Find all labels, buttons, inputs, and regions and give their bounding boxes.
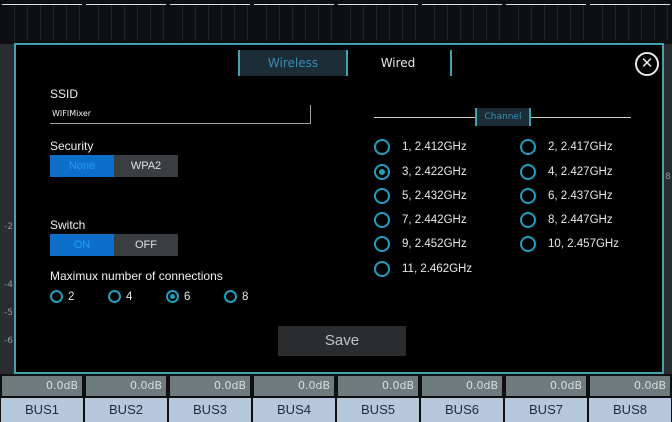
security-toggle: None WPA2 bbox=[50, 155, 178, 177]
connections-option-4[interactable]: 4 bbox=[108, 290, 132, 303]
fader-cell bbox=[86, 4, 166, 41]
radio-icon bbox=[374, 261, 390, 277]
radio-label: 1, 2.412GHz bbox=[402, 141, 467, 153]
bus-tab[interactable]: BUS5 bbox=[337, 398, 419, 422]
bus-tab[interactable]: BUS4 bbox=[253, 398, 335, 422]
switch-label: Switch bbox=[50, 218, 86, 232]
radio-icon bbox=[374, 212, 390, 228]
radio-label: 10, 2.457GHz bbox=[548, 238, 619, 250]
radio-selected-icon bbox=[166, 290, 179, 303]
scale-label: -4 bbox=[4, 280, 13, 290]
channel-option-8[interactable]: 8, 2.447GHz bbox=[520, 212, 613, 228]
radio-label: 6, 2.437GHz bbox=[548, 190, 613, 202]
fader-cell bbox=[506, 4, 586, 41]
radio-icon bbox=[520, 236, 536, 252]
scale-label: 8 bbox=[665, 172, 671, 182]
channel-option-5[interactable]: 5, 2.432GHz bbox=[374, 188, 467, 204]
radio-icon bbox=[374, 236, 390, 252]
scale-label: -2 bbox=[4, 222, 13, 232]
radio-label: 3, 2.422GHz bbox=[402, 166, 467, 178]
security-wpa2-button[interactable]: WPA2 bbox=[114, 155, 178, 177]
fader-cell bbox=[170, 4, 250, 41]
save-button[interactable]: Save bbox=[278, 326, 406, 356]
radio-icon bbox=[520, 188, 536, 204]
connections-option-6[interactable]: 6 bbox=[166, 290, 190, 303]
level-value: 0.0dB bbox=[506, 376, 586, 396]
radio-label: 8, 2.447GHz bbox=[548, 214, 613, 226]
level-value: 0.0dB bbox=[422, 376, 502, 396]
radio-icon bbox=[374, 188, 390, 204]
bus-tab[interactable]: BUS1 bbox=[1, 398, 83, 422]
channel-option-4[interactable]: 4, 2.427GHz bbox=[520, 164, 613, 180]
radio-icon bbox=[50, 290, 63, 303]
bus-tab[interactable]: BUS3 bbox=[169, 398, 251, 422]
radio-label: 4 bbox=[126, 290, 133, 303]
channel-option-10[interactable]: 10, 2.457GHz bbox=[520, 236, 619, 252]
tab-wired[interactable]: Wired bbox=[346, 50, 452, 76]
level-value: 0.0dB bbox=[86, 376, 166, 396]
radio-label: 7, 2.442GHz bbox=[402, 214, 467, 226]
switch-on-button[interactable]: ON bbox=[50, 234, 114, 256]
level-value: 0.0dB bbox=[590, 376, 670, 396]
radio-icon bbox=[224, 290, 237, 303]
switch-off-button[interactable]: OFF bbox=[114, 234, 178, 256]
level-value: 0.0dB bbox=[170, 376, 250, 396]
fader-cell bbox=[422, 4, 502, 41]
switch-toggle: ON OFF bbox=[50, 234, 178, 256]
channel-option-11[interactable]: 11, 2.462GHz bbox=[374, 261, 472, 277]
radio-icon bbox=[520, 139, 536, 155]
security-none-button[interactable]: None bbox=[50, 155, 114, 177]
bus-tab[interactable]: BUS6 bbox=[421, 398, 503, 422]
radio-label: 8 bbox=[242, 290, 249, 303]
bus-tab[interactable]: BUS2 bbox=[85, 398, 167, 422]
channel-option-1[interactable]: 1, 2.412GHz bbox=[374, 139, 467, 155]
radio-icon bbox=[520, 212, 536, 228]
radio-label: 5, 2.432GHz bbox=[402, 190, 467, 202]
fader-cell bbox=[338, 4, 418, 41]
scale-label: -5 bbox=[4, 308, 13, 318]
channel-option-9[interactable]: 9, 2.452GHz bbox=[374, 236, 467, 252]
ssid-input[interactable]: WIFIMixer bbox=[50, 105, 311, 124]
tab-wireless[interactable]: Wireless bbox=[238, 50, 348, 76]
channel-option-3[interactable]: 3, 2.422GHz bbox=[374, 164, 467, 180]
level-value: 0.0dB bbox=[254, 376, 334, 396]
bus-tab[interactable]: BUS8 bbox=[589, 398, 671, 422]
bus-tab[interactable]: BUS7 bbox=[505, 398, 587, 422]
channel-title: Channel bbox=[475, 108, 531, 126]
radio-icon bbox=[108, 290, 121, 303]
ssid-label: SSID bbox=[50, 87, 79, 101]
channel-option-7[interactable]: 7, 2.442GHz bbox=[374, 212, 467, 228]
fader-cell bbox=[254, 4, 334, 41]
fader-cell bbox=[2, 4, 82, 41]
wifi-settings-dialog: Wireless Wired ✕ SSID WIFIMixer Security… bbox=[14, 43, 664, 374]
radio-label: 2, 2.417GHz bbox=[548, 141, 613, 153]
level-value: 0.0dB bbox=[338, 376, 418, 396]
level-row: 0.0dB 0.0dB 0.0dB 0.0dB 0.0dB 0.0dB 0.0d… bbox=[0, 376, 672, 396]
radio-selected-icon bbox=[374, 164, 390, 180]
level-value: 0.0dB bbox=[2, 376, 82, 396]
radio-label: 2 bbox=[68, 290, 75, 303]
security-label: Security bbox=[50, 139, 94, 153]
connections-option-8[interactable]: 8 bbox=[224, 290, 248, 303]
radio-label: 6 bbox=[184, 290, 191, 303]
radio-label: 11, 2.462GHz bbox=[402, 263, 473, 275]
fader-strip-row bbox=[0, 0, 672, 44]
close-icon[interactable]: ✕ bbox=[635, 52, 659, 76]
fader-cell bbox=[590, 4, 670, 41]
radio-icon bbox=[520, 164, 536, 180]
channel-option-2[interactable]: 2, 2.417GHz bbox=[520, 139, 613, 155]
scale-label: -6 bbox=[4, 336, 13, 346]
radio-label: 4, 2.427GHz bbox=[548, 166, 613, 178]
radio-icon bbox=[374, 139, 390, 155]
radio-label: 9, 2.452GHz bbox=[402, 238, 467, 250]
channel-option-6[interactable]: 6, 2.437GHz bbox=[520, 188, 613, 204]
bus-tab-row: BUS1 BUS2 BUS3 BUS4 BUS5 BUS6 BUS7 BUS8 bbox=[0, 398, 672, 422]
connections-option-2[interactable]: 2 bbox=[50, 290, 74, 303]
max-connections-label: Maximux number of connections bbox=[50, 269, 223, 283]
